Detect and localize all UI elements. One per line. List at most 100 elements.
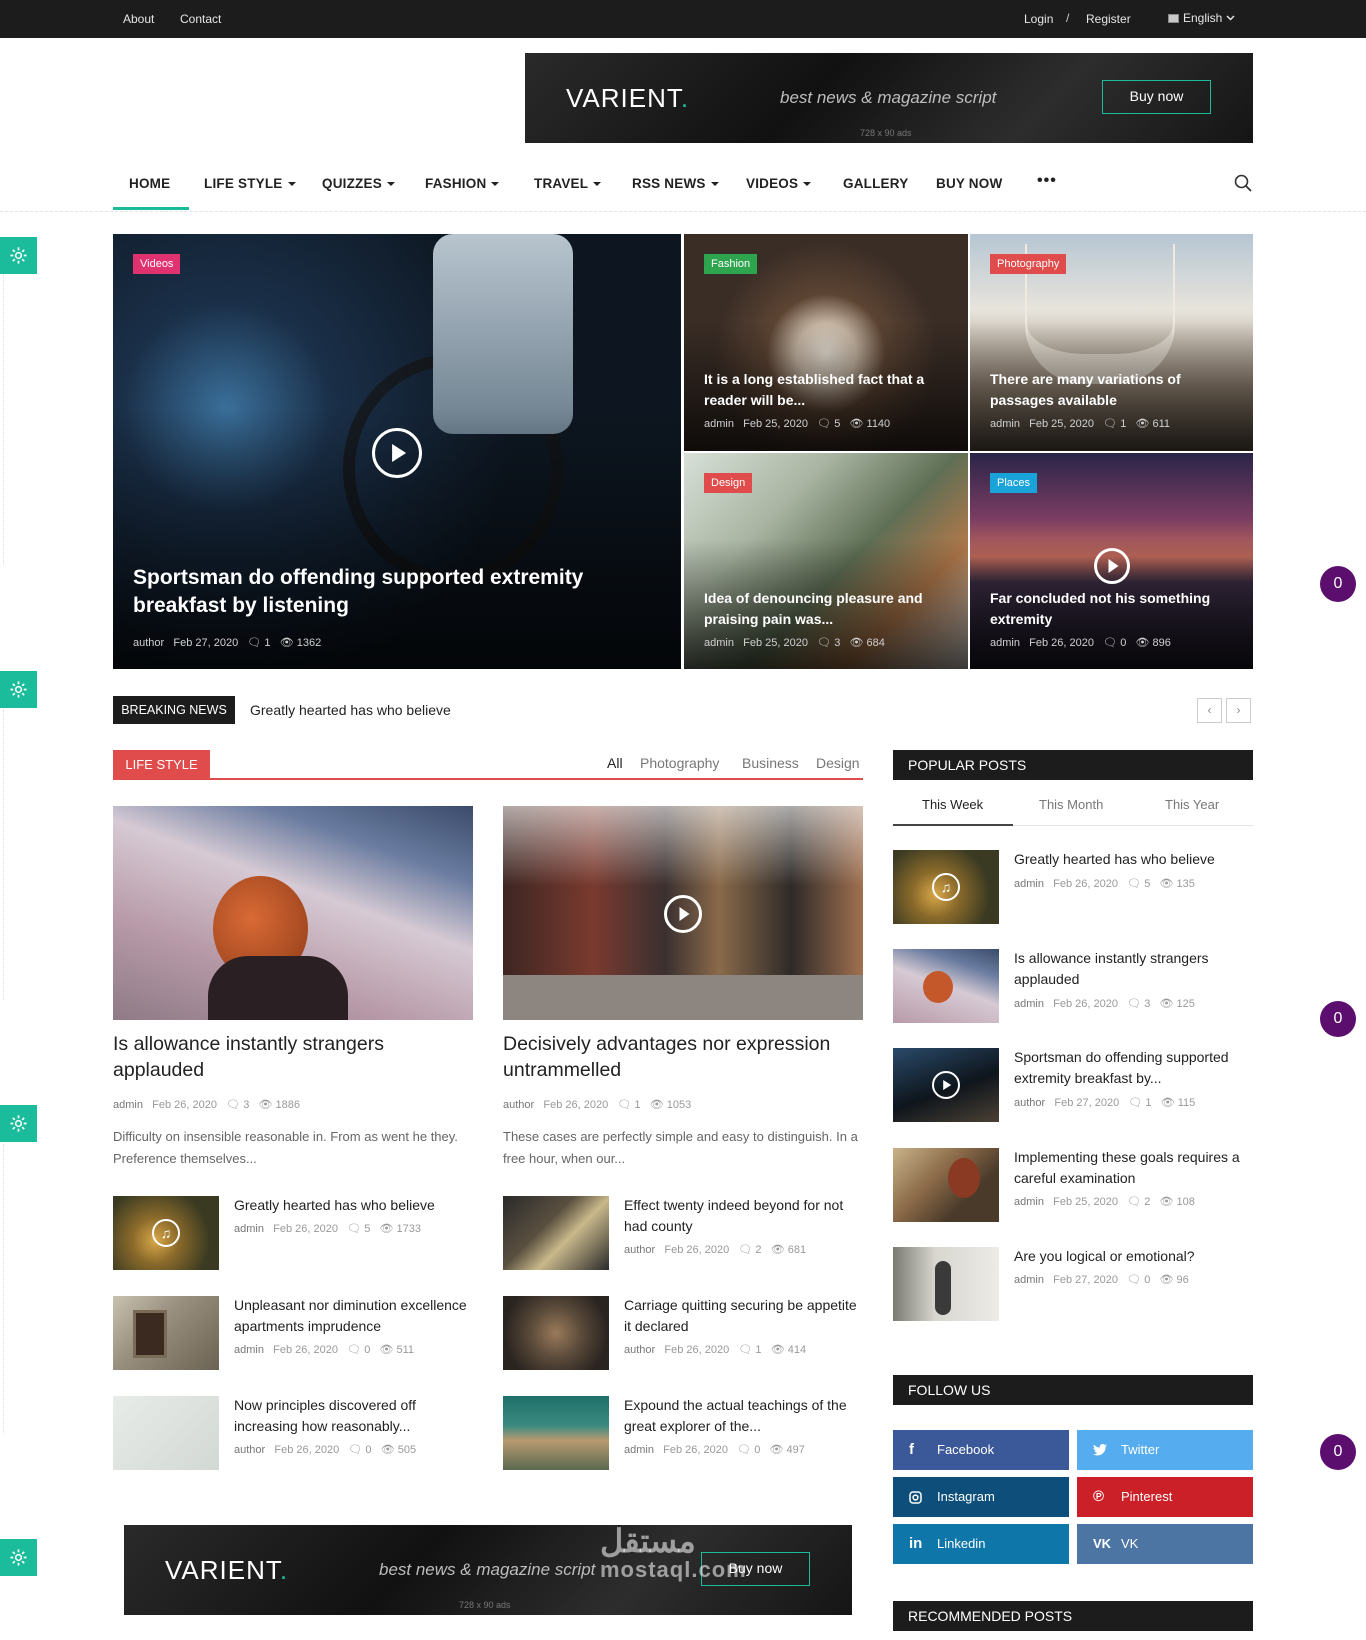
gear-icon bbox=[10, 247, 27, 264]
list-post-title[interactable]: Effect twenty indeed beyond for not had … bbox=[624, 1195, 859, 1237]
nav-quizzes[interactable]: QUIZZES bbox=[322, 176, 395, 191]
slider-tile[interactable]: Photography There are many variations of… bbox=[970, 234, 1253, 451]
slider-tile-title[interactable]: It is a long established fact that a rea… bbox=[704, 369, 954, 411]
twitter-button[interactable]: Twitter bbox=[1077, 1430, 1253, 1470]
nav-rss-news[interactable]: RSS NEWS bbox=[632, 176, 719, 191]
list-post-thumbnail[interactable]: ♫ bbox=[113, 1196, 219, 1270]
popular-post-title[interactable]: Are you logical or emotional? bbox=[1014, 1246, 1254, 1267]
category-badge[interactable]: Design bbox=[704, 473, 753, 493]
list-post-thumbnail[interactable] bbox=[113, 1396, 219, 1470]
play-icon[interactable] bbox=[1094, 548, 1130, 584]
popular-post-thumbnail[interactable] bbox=[893, 1247, 999, 1321]
filter-design[interactable]: Design bbox=[816, 755, 860, 771]
street-shape bbox=[503, 975, 863, 1020]
register-link[interactable]: Register bbox=[1086, 12, 1131, 26]
nav-buy-now[interactable]: BUY NOW bbox=[936, 176, 1002, 191]
filter-business[interactable]: Business bbox=[742, 755, 799, 771]
list-post-title[interactable]: Now principles discovered off increasing… bbox=[234, 1395, 454, 1437]
facebook-button[interactable]: f Facebook bbox=[893, 1430, 1069, 1470]
about-link[interactable]: About bbox=[123, 12, 154, 26]
popular-post-thumbnail[interactable]: ♫ bbox=[893, 850, 999, 924]
slider-main-title[interactable]: Sportsman do offending supported extremi… bbox=[133, 564, 603, 620]
tab-this-year[interactable]: This Year bbox=[1165, 797, 1219, 812]
settings-widget[interactable] bbox=[0, 1105, 37, 1142]
breaking-news-text[interactable]: Greatly hearted has who believe bbox=[250, 702, 451, 718]
watermark: مستقل mostaql.com bbox=[600, 1523, 747, 1582]
tab-this-week[interactable]: This Week bbox=[922, 797, 983, 812]
popular-post-title[interactable]: Sportsman do offending supported extremi… bbox=[1014, 1047, 1254, 1089]
ad-size-label: 728 x 90 ads bbox=[459, 1600, 511, 1610]
category-badge[interactable]: Photography bbox=[990, 254, 1067, 274]
post-meta: author Feb 26, 2020 🗨 1 👁 1053 bbox=[503, 1099, 692, 1111]
featured-post-image[interactable] bbox=[113, 806, 473, 1020]
featured-post-image[interactable] bbox=[503, 806, 863, 1020]
category-badge[interactable]: Places bbox=[990, 473, 1038, 493]
category-badge[interactable]: Videos bbox=[133, 254, 181, 274]
settings-widget[interactable] bbox=[0, 1539, 37, 1576]
popular-post-thumbnail[interactable] bbox=[893, 949, 999, 1023]
counter-badge[interactable]: 0 bbox=[1320, 1434, 1356, 1470]
ad-buy-now-button[interactable]: Buy now bbox=[1102, 80, 1211, 114]
list-post-thumbnail[interactable] bbox=[113, 1296, 219, 1370]
popular-post-title[interactable]: Implementing these goals requires a care… bbox=[1014, 1147, 1254, 1189]
play-icon[interactable] bbox=[372, 428, 422, 478]
slider-tile-title[interactable]: Idea of denouncing pleasure and praising… bbox=[704, 588, 954, 630]
nav-videos[interactable]: VIDEOS bbox=[746, 176, 812, 191]
header-ad-banner[interactable]: VARIENT. best news & magazine script Buy… bbox=[525, 53, 1253, 143]
slider-tile[interactable]: Places Far concluded not his something e… bbox=[970, 453, 1253, 669]
list-post-thumbnail[interactable] bbox=[503, 1396, 609, 1470]
featured-post-title[interactable]: Is allowance instantly strangers applaud… bbox=[113, 1031, 463, 1083]
linkedin-button[interactable]: in Linkedin bbox=[893, 1524, 1069, 1564]
popular-post-thumbnail[interactable] bbox=[893, 1148, 999, 1222]
ad-size-label: 728 x 90 ads bbox=[860, 128, 912, 138]
language-selector[interactable]: English bbox=[1168, 11, 1235, 25]
comment-icon: 🗨 bbox=[226, 1099, 241, 1111]
slider-main-post[interactable]: Videos Sportsman do offending supported … bbox=[113, 234, 681, 669]
breaking-prev-button[interactable]: ‹ bbox=[1197, 698, 1222, 723]
more-menu-icon[interactable]: ••• bbox=[1037, 172, 1057, 190]
slider-tile-title[interactable]: Far concluded not his something extremit… bbox=[990, 588, 1240, 630]
counter-badge[interactable]: 0 bbox=[1320, 1001, 1356, 1037]
filter-all[interactable]: All bbox=[607, 755, 623, 771]
list-post-title[interactable]: Expound the actual teachings of the grea… bbox=[624, 1395, 864, 1437]
slider-tile[interactable]: Fashion It is a long established fact th… bbox=[684, 234, 968, 451]
nav-fashion[interactable]: FASHION bbox=[425, 176, 500, 191]
popular-post-thumbnail[interactable] bbox=[893, 1048, 999, 1122]
filter-photography[interactable]: Photography bbox=[640, 755, 719, 771]
post-meta: author Feb 26, 2020 🗨 2 👁 681 bbox=[624, 1244, 807, 1256]
caret-down-icon bbox=[491, 182, 500, 187]
nav-travel[interactable]: TRAVEL bbox=[534, 176, 602, 191]
follow-us-heading: FOLLOW US bbox=[893, 1375, 1253, 1405]
slider-tile-title[interactable]: There are many variations of passages av… bbox=[990, 369, 1240, 411]
popular-post-title[interactable]: Greatly hearted has who believe bbox=[1014, 849, 1249, 870]
search-icon[interactable] bbox=[1234, 174, 1252, 192]
instagram-button[interactable]: Instagram bbox=[893, 1477, 1069, 1517]
contact-link[interactable]: Contact bbox=[180, 12, 221, 26]
nav-home[interactable]: HOME bbox=[129, 176, 170, 191]
list-post-thumbnail[interactable] bbox=[503, 1196, 609, 1270]
list-post-title[interactable]: Carriage quitting securing be appetite i… bbox=[624, 1295, 864, 1337]
featured-post-title[interactable]: Decisively advantages nor expression unt… bbox=[503, 1031, 858, 1083]
play-icon[interactable] bbox=[664, 895, 702, 933]
eye-icon: 👁 bbox=[279, 637, 294, 649]
nav-life-style[interactable]: LIFE STYLE bbox=[204, 176, 296, 191]
settings-widget[interactable] bbox=[0, 237, 37, 274]
popular-post-title[interactable]: Is allowance instantly strangers applaud… bbox=[1014, 948, 1244, 990]
vk-button[interactable]: VK VK bbox=[1077, 1524, 1253, 1564]
nav-gallery[interactable]: GALLERY bbox=[843, 176, 908, 191]
counter-badge[interactable]: 0 bbox=[1320, 566, 1356, 602]
pinterest-button[interactable]: ℗ Pinterest bbox=[1077, 1477, 1253, 1517]
list-post-title[interactable]: Unpleasant nor diminution excellence apa… bbox=[234, 1295, 474, 1337]
settings-widget[interactable] bbox=[0, 671, 37, 708]
login-link[interactable]: Login bbox=[1024, 12, 1053, 26]
post-meta: admin Feb 27, 2020 🗨 0 👁 96 bbox=[1014, 1274, 1189, 1286]
gear-icon bbox=[10, 681, 27, 698]
category-badge[interactable]: Fashion bbox=[704, 254, 758, 274]
list-post-title[interactable]: Greatly hearted has who believe bbox=[234, 1195, 474, 1216]
breaking-next-button[interactable]: › bbox=[1226, 698, 1251, 723]
list-post-thumbnail[interactable] bbox=[503, 1296, 609, 1370]
slider-tile[interactable]: Design Idea of denouncing pleasure and p… bbox=[684, 453, 968, 669]
top-bar: About Contact Login / Register English bbox=[0, 0, 1366, 38]
tab-this-month[interactable]: This Month bbox=[1039, 797, 1103, 812]
section-label-life-style[interactable]: LIFE STYLE bbox=[113, 750, 210, 780]
